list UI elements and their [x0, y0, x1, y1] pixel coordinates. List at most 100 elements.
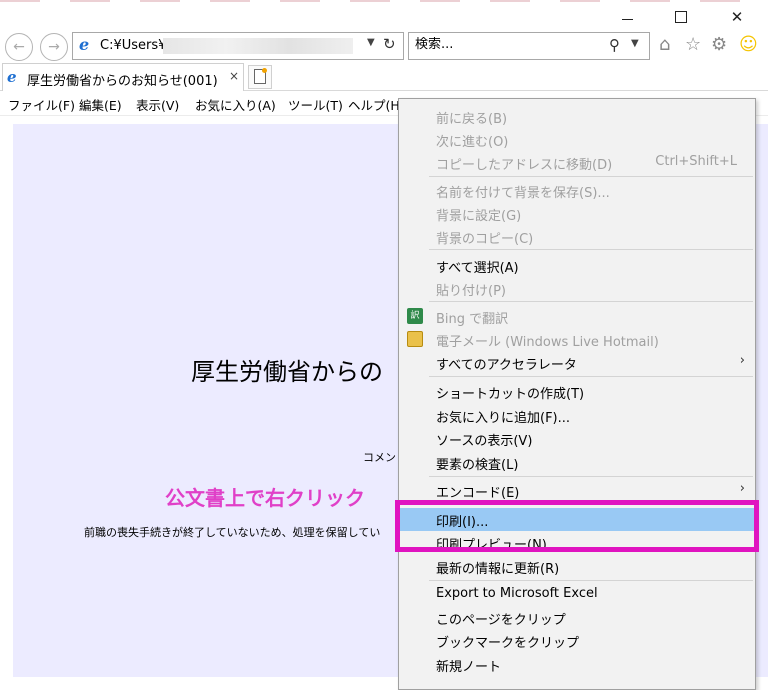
refresh-icon[interactable]: ↻ — [383, 35, 396, 53]
search-box[interactable]: ⚲ ▼ — [408, 32, 650, 60]
cm-clip-bookmark[interactable]: ブックマークをクリップ — [399, 629, 755, 652]
cm-shortcut: Ctrl+Shift+L — [655, 154, 737, 169]
back-arrow-icon: ← — [13, 39, 25, 55]
cm-label: 最新の情報に更新(R) — [436, 562, 560, 577]
star-icon[interactable]: ☆ — [685, 35, 701, 55]
cm-all-accelerators[interactable]: すべてのアクセラレータ › — [399, 351, 755, 374]
menu-view[interactable]: 表示(V) — [136, 95, 179, 114]
tab-close-icon[interactable]: × — [229, 69, 239, 83]
cm-separator — [429, 476, 753, 477]
address-blurred-segment — [163, 38, 353, 54]
address-dropdown-icon[interactable]: ▼ — [367, 37, 375, 48]
cm-label: お気に入りに追加(F)... — [436, 411, 571, 426]
cm-label: 電子メール (Windows Live Hotmail) — [436, 335, 659, 350]
address-text[interactable]: C:¥Users¥ — [100, 38, 166, 53]
cm-new-note[interactable]: 新規ノート — [399, 653, 755, 676]
address-bar[interactable]: e C:¥Users¥ ▼ ↻ — [72, 32, 404, 60]
tab-bar: e 厚生労働省からのお知らせ(001) × — [0, 62, 768, 91]
chevron-right-icon: › — [739, 353, 745, 368]
cm-encoding[interactable]: エンコード(E) › — [399, 479, 755, 502]
cm-copy-background[interactable]: 背景のコピー(C) — [399, 225, 755, 248]
smiley-icon[interactable]: ☺ — [739, 35, 758, 55]
cm-label: 背景のコピー(C) — [436, 232, 534, 247]
cm-set-background[interactable]: 背景に設定(G) — [399, 202, 755, 225]
cm-label: 新規ノート — [436, 660, 502, 675]
cm-view-source[interactable]: ソースの表示(V) — [399, 427, 755, 450]
cm-paste[interactable]: 貼り付け(P) — [399, 277, 755, 300]
cm-separator — [429, 301, 753, 302]
menu-file[interactable]: ファイル(F) — [8, 95, 75, 114]
cm-label: 名前を付けて背景を保存(S)... — [436, 186, 610, 201]
bing-translate-icon: 訳 — [407, 308, 423, 324]
cm-label: コピーしたアドレスに移動(D) — [436, 158, 613, 173]
cm-bing-translate[interactable]: 訳 Bing で翻訳 — [399, 305, 755, 328]
cm-label: エンコード(E) — [436, 486, 520, 501]
minimize-button[interactable] — [614, 6, 640, 28]
cm-label: 次に進む(O) — [436, 135, 509, 150]
mail-icon — [407, 331, 423, 347]
forward-arrow-icon: → — [48, 39, 60, 55]
cm-label: Export to Microsoft Excel — [436, 586, 598, 601]
top-edge-artifact — [0, 0, 768, 2]
cm-label: 前に戻る(B) — [436, 112, 508, 127]
tab-label: 厚生労働省からのお知らせ(001) — [27, 74, 218, 89]
cm-email-hotmail[interactable]: 電子メール (Windows Live Hotmail) — [399, 328, 755, 351]
cm-label: 要素の検査(L) — [436, 458, 519, 473]
maximize-button[interactable] — [668, 6, 694, 28]
menu-help[interactable]: ヘルプ(H) — [348, 95, 405, 114]
cm-separator — [429, 580, 753, 581]
cm-label: このページをクリップ — [436, 613, 566, 628]
cm-refresh[interactable]: 最新の情報に更新(R) — [399, 555, 755, 578]
maximize-icon — [675, 11, 687, 23]
close-button[interactable]: ✕ — [724, 6, 750, 28]
cm-save-background[interactable]: 名前を付けて背景を保存(S)... — [399, 179, 755, 202]
print-highlight-frame — [395, 500, 759, 552]
cm-label: ソースの表示(V) — [436, 434, 533, 449]
gear-icon[interactable]: ⚙ — [711, 35, 727, 55]
ie-page-icon: e — [79, 35, 90, 54]
cm-back[interactable]: 前に戻る(B) — [399, 105, 755, 128]
cm-label: Bing で翻訳 — [436, 312, 509, 327]
document-body-text: 前職の喪失手続きが終了していないため、処理を保留してい — [84, 526, 381, 539]
cm-forward[interactable]: 次に進む(O) — [399, 128, 755, 151]
new-tab-button[interactable] — [248, 65, 272, 89]
home-icon[interactable]: ⌂ — [659, 35, 670, 55]
close-icon: ✕ — [730, 8, 744, 26]
cm-separator — [429, 376, 753, 377]
title-bar: ✕ — [0, 0, 768, 30]
search-dropdown-icon[interactable]: ▼ — [631, 38, 639, 49]
ie-tab-icon: e — [7, 68, 17, 86]
cm-clip-page[interactable]: このページをクリップ — [399, 606, 755, 629]
menu-favorites[interactable]: お気に入り(A) — [195, 95, 276, 114]
cm-separator — [429, 249, 753, 250]
annotation-right-click: 公文書上で右クリック — [165, 486, 365, 510]
cm-label: すべてのアクセラレータ — [436, 358, 577, 373]
minimize-icon — [621, 18, 633, 20]
cm-export-excel[interactable]: Export to Microsoft Excel — [399, 583, 755, 606]
browser-window: ✕ ← → e C:¥Users¥ ▼ ↻ ⚲ ▼ ⌂ ☆ ⚙ ☺ e 厚生労働… — [0, 0, 768, 690]
chevron-right-icon: › — [739, 481, 745, 496]
cm-label: ショートカットの作成(T) — [436, 387, 585, 402]
cm-go-to-copied-address[interactable]: コピーしたアドレスに移動(D) Ctrl+Shift+L — [399, 151, 755, 174]
context-menu: 前に戻る(B) 次に進む(O) コピーしたアドレスに移動(D) Ctrl+Shif… — [398, 98, 756, 690]
navigation-bar: ← → e C:¥Users¥ ▼ ↻ ⚲ ▼ ⌂ ☆ ⚙ ☺ — [0, 30, 768, 62]
cm-label: 背景に設定(G) — [436, 209, 522, 224]
search-input[interactable] — [415, 37, 595, 52]
cm-separator — [429, 176, 753, 177]
search-icon[interactable]: ⚲ — [609, 36, 620, 54]
new-tab-badge-icon — [262, 68, 267, 73]
cm-label: 貼り付け(P) — [436, 284, 506, 299]
cm-inspect-element[interactable]: 要素の検査(L) — [399, 451, 755, 474]
cm-create-shortcut[interactable]: ショートカットの作成(T) — [399, 380, 755, 403]
cm-add-favorites[interactable]: お気に入りに追加(F)... — [399, 404, 755, 427]
menu-edit[interactable]: 編集(E) — [79, 95, 122, 114]
menu-tools[interactable]: ツール(T) — [288, 95, 343, 114]
back-button[interactable]: ← — [5, 33, 33, 61]
comment-label: コメン — [363, 451, 396, 464]
cm-label: すべて選択(A) — [436, 261, 519, 276]
document-title: 厚生労働省からの — [191, 358, 383, 386]
tab-active[interactable]: e 厚生労働省からのお知らせ(001) × — [2, 63, 244, 91]
cm-label: ブックマークをクリップ — [436, 636, 580, 651]
forward-button[interactable]: → — [40, 33, 68, 61]
cm-select-all[interactable]: すべて選択(A) — [399, 254, 755, 277]
